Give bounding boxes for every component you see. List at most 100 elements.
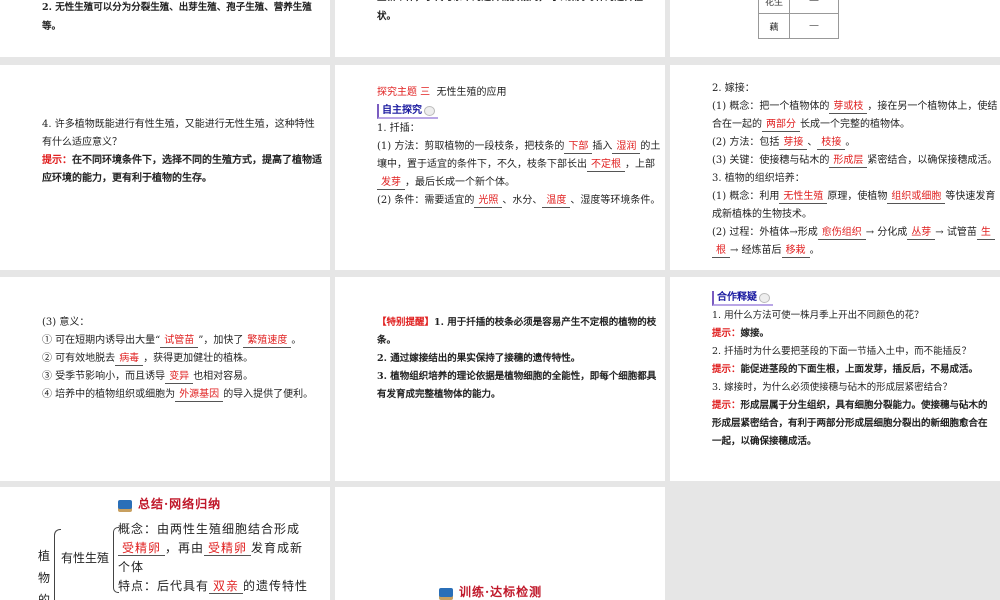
text-line: (1) 方法：剪取植物的一段枝条，把枝条的 下部 插入 湿润 的土 [377, 138, 665, 156]
answer-blank: 繁殖速度 [243, 334, 292, 348]
answer-blank: 受精卵 [204, 542, 252, 556]
text-line: (2) 过程：外植体→形成 愈伤组织 → 分化成 丛芽 → 试管苗生 [712, 224, 1000, 242]
feature-text: 后代具有 [157, 579, 210, 593]
answer-blank: 变异 [165, 370, 194, 384]
answer-blank: 芽或枝 [829, 100, 868, 114]
slide-thumbnail-4[interactable]: 4. 许多植物既能进行有性生殖，又能进行无性生殖，这种特性有什么适应意义？ 提示… [0, 65, 330, 270]
hint-label: 提示： [712, 328, 741, 339]
text-segment: 也相对容易。 [193, 371, 254, 382]
answer-blank: 受精卵 [118, 542, 166, 556]
topic-label: 探究主题 三 [377, 87, 431, 98]
hint-label: 提示： [42, 155, 72, 166]
slide-thumbnail-1[interactable]: 2. 无性生殖可以分为分裂生殖、出芽生殖、孢子生殖、营养生殖等。 [0, 0, 330, 57]
table-cell: 花生 [757, 0, 791, 14]
text-segment: 等快速发育 [945, 191, 996, 202]
answer-blank: 病毒 [115, 352, 144, 366]
text-line: (2) 方法：包括 芽接、枝接。 [712, 134, 1000, 152]
text-segment: 插入 [592, 141, 613, 152]
slide-thumbnail-9[interactable]: 合作释疑 1. 用什么方法可使一株月季上开出不同颜色的花？ 提示：嫁接。 2. … [670, 277, 1000, 481]
answer-blank: 枝接 [817, 136, 846, 150]
concept-label: 概念： [118, 522, 158, 536]
answer-blank: 两部分 [762, 118, 800, 132]
text-segment: → 经炼苗后 [730, 245, 782, 256]
slide-thumbnail-2[interactable]: 生新个体，子代与亲本的遗传物质相同，可以保持母体的遗传性状。 [335, 0, 665, 57]
question-text: 3. 嫁接时，为什么必须使接穗与砧木的形成层紧密结合？ [712, 382, 953, 393]
hint-label: 提示： [712, 400, 741, 411]
answer-blank: 下部 [564, 140, 593, 154]
text-segment: (1) 概念：把一个植物体的 [712, 101, 830, 112]
brace [54, 529, 61, 600]
bubble-icon [759, 292, 770, 303]
answer-blank: 外源基因 [175, 388, 224, 402]
text-segment: (2) 过程：外植体→形成 [712, 227, 818, 238]
answer-blank: 根 [712, 244, 730, 258]
answer-blank: 无性生殖 [779, 190, 828, 204]
answer-blank: 形成层 [829, 154, 868, 168]
text-segment: 、 [807, 137, 818, 148]
answer-blank: 温度 [542, 194, 571, 208]
text-segment: ，上部 [625, 159, 655, 170]
answer-blank: 发芽 [377, 176, 405, 190]
root-label: 植物的 [38, 549, 51, 600]
text-segment: 长成一个完整的植物体。 [800, 119, 910, 130]
text-segment: 、湿度等环境条件。 [570, 195, 661, 206]
slide-thumbnail-3[interactable]: 花生 ― 藕 ― [670, 0, 1000, 57]
slide-text: 2. 无性生殖可以分为分裂生殖、出芽生殖、孢子生殖、营养生殖等。 [42, 2, 312, 32]
text-segment: 1. 扦插： [377, 123, 420, 134]
text-segment: (3) 关键：使接穗与砧木的 [712, 155, 830, 166]
text-segment: 壤中，置于适宜的条件下，不久，枝条下部长出 [377, 159, 587, 170]
slide-thumbnail-6[interactable]: 2. 嫁接： (1) 概念：把一个植物体的 芽或枝 ，接在另一个植物体上，使结 合在一起… [670, 65, 1000, 270]
question-text: 2. 扦插时为什么要把茎段的下面一节插入土中，而不能插反？ [712, 346, 972, 357]
reminder-item: 2. 通过嫁接结出的果实保持了接穗的遗传特性。 [377, 353, 581, 364]
slide-thumbnail-7[interactable]: (3) 意义： ① 可在短期内诱导出大量“ 试管苗 ”，加快了 繁殖速度。 ② 可有效地脱… [0, 277, 330, 481]
tag-label: 合作释疑 [717, 292, 757, 303]
text-segment: ，最后长成一个新个体。 [405, 177, 515, 188]
text-segment: 、水分、 [502, 195, 543, 206]
hint-text: 嫁接。 [740, 328, 770, 339]
question-text: 4. 许多植物既能进行有性生殖，又能进行无性生殖，这种特性有什么适应意义？ [42, 119, 315, 148]
text-line: 合在一起的 两部分 长成一个完整的植物体。 [712, 116, 1000, 134]
text-segment: 。 [291, 335, 302, 346]
text-line: (3) 意义： [42, 314, 330, 332]
section-banner: 训练·达标检测 [459, 585, 543, 599]
text-line: ② 可有效地脱去 病毒 ，获得更加健壮的植株。 [42, 350, 330, 368]
text-segment: 原理，使植物 [827, 191, 888, 202]
hint-label: 提示： [712, 364, 741, 375]
slide-body: 1. 扦插： (1) 方法：剪取植物的一段枝条，把枝条的 下部 插入 湿润 的土 壤中，置于… [377, 120, 665, 210]
text-line: 1. 扦插： [377, 120, 665, 138]
text-line: 3. 植物的组织培养： [712, 170, 1000, 188]
text-segment: 成新植株的生物技术。 [712, 209, 812, 220]
text-segment: (1) 概念：利用 [712, 191, 780, 202]
hint-text: 能促进茎段的下面生根，上面发芽，插反后，不易成活。 [740, 364, 979, 375]
answer-blank: 丛芽 [907, 226, 936, 240]
text-line: 壤中，置于适宜的条件下，不久，枝条下部长出 不定根 ，上部 [377, 156, 665, 174]
text-line: 根 → 经炼苗后 移栽。 [712, 242, 1000, 260]
section-banner: 总结·网络归纳 [138, 497, 222, 511]
slide-thumbnail-11[interactable]: 训练·达标检测 [335, 487, 665, 600]
text-segment: ，接在另一个植物体上，使结 [867, 101, 998, 112]
comparison-table: 花生 ― 藕 ― [757, 0, 840, 39]
text-segment: 紧密结合，以确保接穗成活。 [867, 155, 998, 166]
text-segment: ② 可有效地脱去 [42, 353, 116, 364]
slide-thumbnail-8[interactable]: 【特别提醒】1. 用于扦插的枝条必须是容易产生不定根的植物的枝条。 2. 通过嫁… [335, 277, 665, 481]
text-segment: (3) 意义： [42, 317, 90, 328]
text-segment: (2) 方法：包括 [712, 137, 780, 148]
slide-thumbnail-5[interactable]: 探究主题 三 无性生殖的应用 自主探究 1. 扦插： (1) 方法：剪取植物的一段… [335, 65, 665, 270]
hint-text: 形成层属于分生组织，具有细胞分裂能力。使接穗与砧木的形成层紧密结合，有利于两部分… [712, 400, 988, 447]
text-segment: 的导入提供了便利。 [223, 389, 314, 400]
table-cell: 藕 [757, 13, 791, 39]
section-tag: 合作释疑 [712, 291, 773, 306]
topic-title: 无性生殖的应用 [436, 87, 507, 98]
slide-body: (3) 意义： ① 可在短期内诱导出大量“ 试管苗 ”，加快了 繁殖速度。 ② 可有效地脱… [42, 314, 330, 404]
text-segment: ④ 培养中的植物组织或细胞为 [42, 389, 176, 400]
text-line: (2) 条件：需要适宜的 光照 、水分、 温度 、湿度等环境条件。 [377, 192, 665, 210]
text-line: (3) 关键：使接穗与砧木的 形成层 紧密结合，以确保接穗成活。 [712, 152, 1000, 170]
text-line: (1) 概念：利用 无性生殖 原理，使植物 组织或细胞 等快速发育 [712, 188, 1000, 206]
graduation-cap-icon [439, 588, 453, 597]
slide-thumbnail-10[interactable]: 总结·网络归纳 植物的 有性生殖 概念：由两性生殖细胞结合形成受精卵 ，再由 受精卵… [0, 487, 330, 600]
text-segment: → 试管苗 [935, 227, 977, 238]
answer-blank: 双亲 [209, 580, 244, 594]
concept-text: ，再由 [165, 541, 205, 555]
text-segment: 合在一起的 [712, 119, 762, 130]
text-segment: (2) 条件：需要适宜的 [377, 195, 475, 206]
